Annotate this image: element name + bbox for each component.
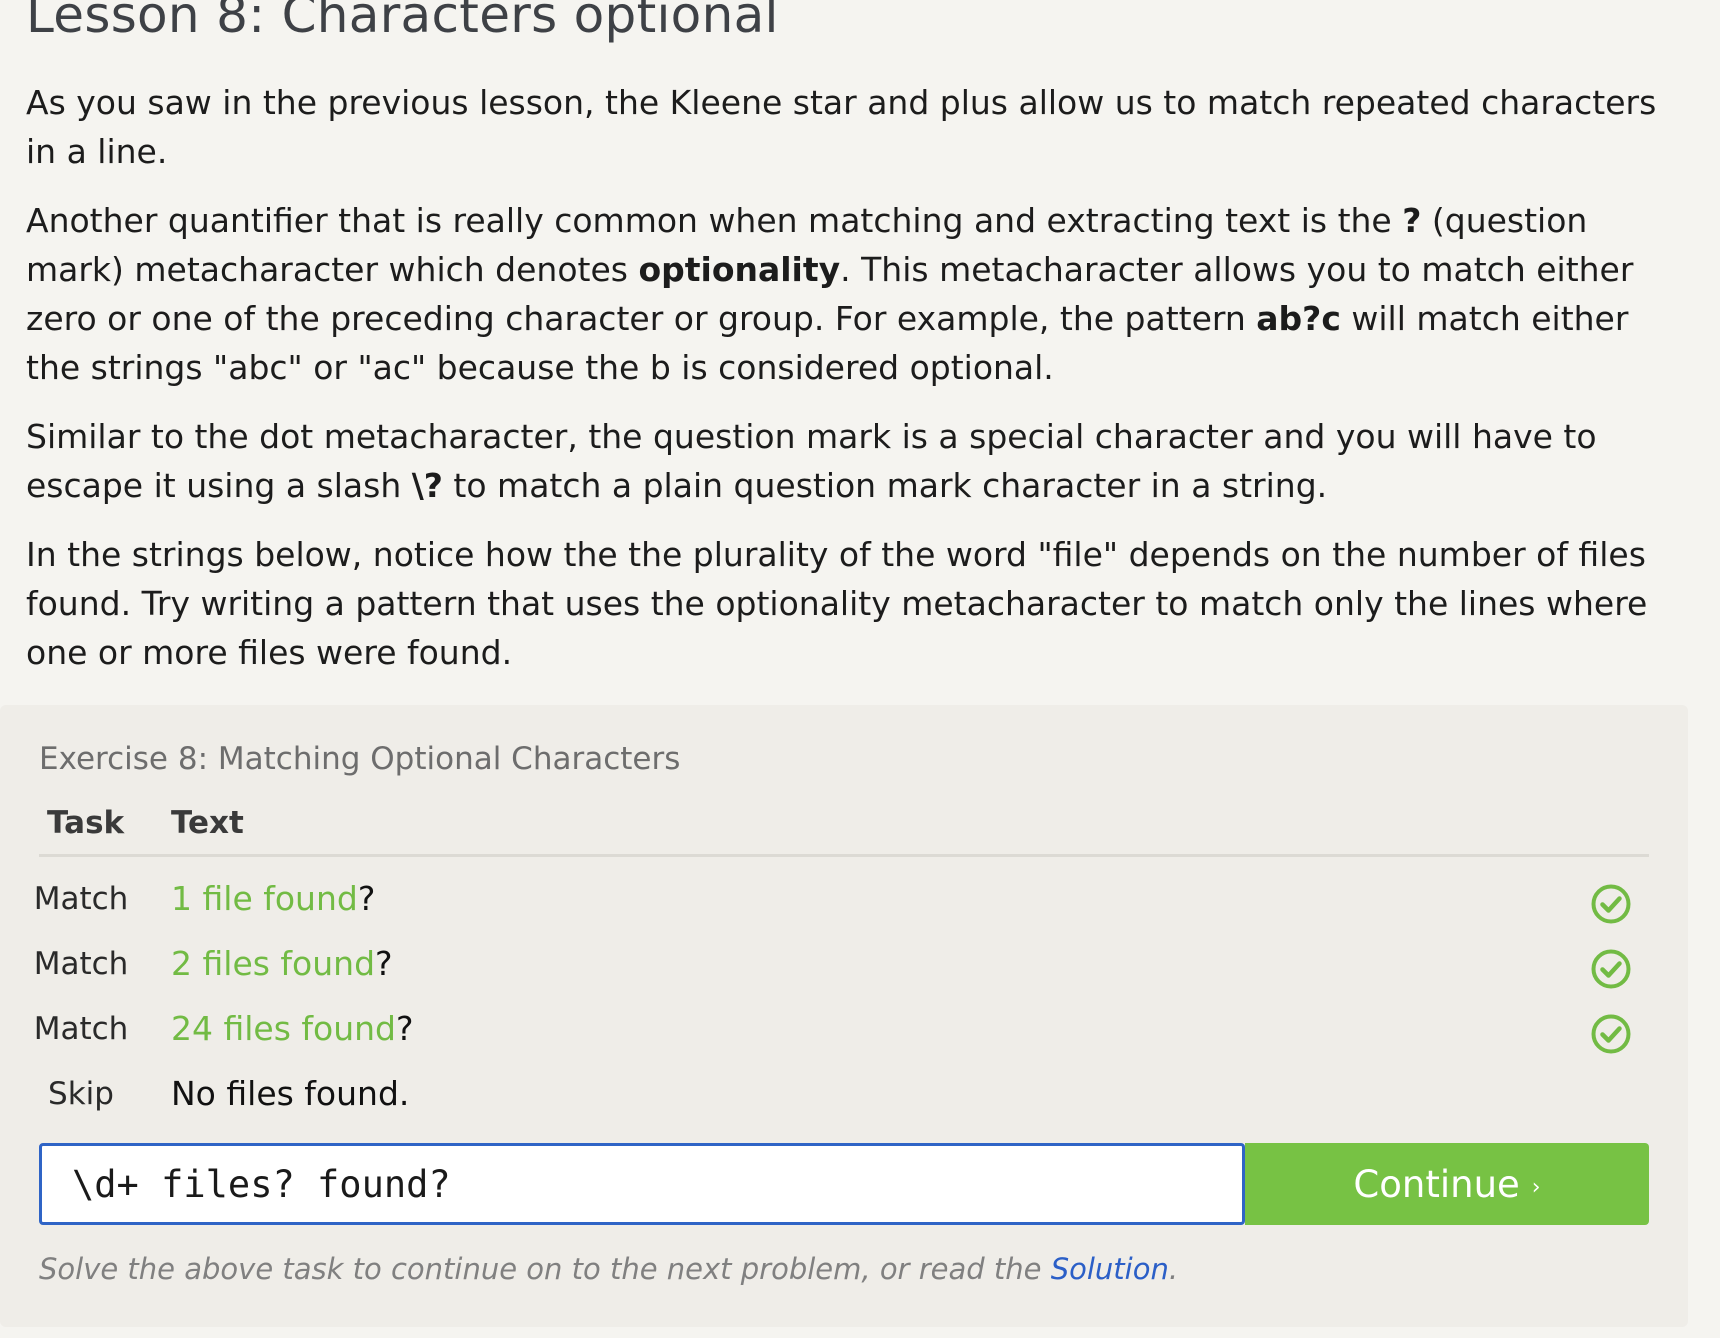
matched-text: 1 file found	[171, 879, 358, 918]
question-mark-bold: ?	[1402, 201, 1422, 240]
unmatched-text: No files found.	[171, 1074, 410, 1113]
regex-input[interactable]	[42, 1146, 1242, 1222]
task-label: Match	[33, 1011, 129, 1047]
regex-input-wrapper	[39, 1143, 1245, 1225]
hint-suffix: .	[1168, 1252, 1179, 1286]
lesson-paragraph-3: Similar to the dot metacharacter, the qu…	[26, 412, 1686, 510]
task-text: 24 files found?	[171, 1009, 414, 1048]
task-label: Match	[33, 946, 129, 982]
check-icon	[1591, 1014, 1631, 1054]
lesson-title: Lesson 8: Characters optional	[26, 0, 779, 44]
exercise-panel: Exercise 8: Matching Optional Characters…	[0, 705, 1688, 1327]
exercise-title: Exercise 8: Matching Optional Characters	[39, 741, 681, 777]
check-icon	[1591, 949, 1631, 989]
task-row: Match 2 files found?	[0, 936, 1688, 996]
lesson-body: As you saw in the previous lesson, the K…	[26, 78, 1686, 697]
check-icon	[1591, 884, 1631, 924]
continue-label: Continue	[1353, 1162, 1520, 1206]
continue-button[interactable]: Continue ›	[1245, 1143, 1649, 1225]
matched-text: 2 files found	[171, 944, 376, 983]
chevron-right-icon: ›	[1531, 1174, 1541, 1200]
unmatched-text: ?	[396, 1009, 414, 1048]
task-text: No files found.	[171, 1074, 409, 1113]
escape-example-bold: \?	[411, 466, 443, 505]
lesson-paragraph-1: As you saw in the previous lesson, the K…	[26, 83, 1657, 171]
task-row: Match 1 file found?	[0, 871, 1688, 931]
column-header-task: Task	[47, 805, 125, 841]
task-text: 1 file found?	[171, 879, 375, 918]
header-divider	[39, 854, 1649, 857]
task-label: Skip	[48, 1076, 114, 1112]
hint-prefix: Solve the above task to continue on to t…	[39, 1252, 1051, 1286]
text-span: Another quantifier that is really common…	[26, 201, 1403, 240]
optionality-bold: optionality	[638, 250, 841, 289]
lesson-paragraph-2: Another quantifier that is really common…	[26, 196, 1686, 392]
pattern-example-bold: ab?c	[1256, 299, 1341, 338]
task-row: Match 24 files found?	[0, 1001, 1688, 1061]
matched-text: 24 files found	[171, 1009, 397, 1048]
column-header-text: Text	[171, 805, 244, 841]
lesson-paragraph-4: In the strings below, notice how the the…	[26, 535, 1648, 672]
task-text: 2 files found?	[171, 944, 393, 983]
solution-link[interactable]: Solution	[1051, 1252, 1169, 1286]
unmatched-text: ?	[357, 879, 376, 918]
text-span: to match a plain question mark character…	[442, 466, 1328, 505]
hint-text: Solve the above task to continue on to t…	[39, 1252, 1178, 1286]
task-label: Match	[33, 881, 129, 917]
unmatched-text: ?	[375, 944, 393, 983]
task-row: Skip No files found.	[0, 1066, 1688, 1126]
